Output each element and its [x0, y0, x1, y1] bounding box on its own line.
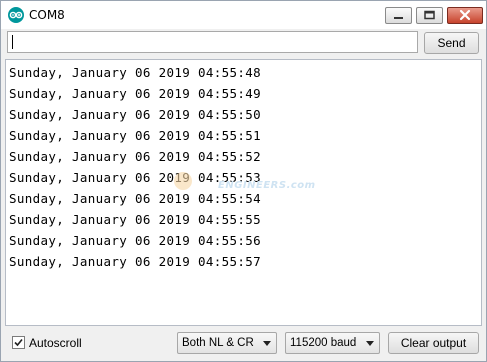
autoscroll-checkbox[interactable] — [12, 336, 25, 349]
chevron-down-icon — [263, 341, 271, 346]
output-line: Sunday, January 06 2019 04:55:49 — [9, 86, 262, 101]
minimize-button[interactable] — [385, 7, 412, 24]
line-ending-dropdown[interactable]: Both NL & CR — [177, 332, 277, 354]
autoscroll-label: Autoscroll — [29, 336, 82, 350]
serial-monitor-window: COM8 Send Sunday, January 06 2019 04:55:… — [0, 0, 487, 362]
close-icon — [459, 9, 471, 21]
title-bar: COM8 — [1, 1, 486, 29]
output-line: Sunday, January 06 2019 04:55:51 — [9, 128, 262, 143]
minimize-icon — [394, 17, 403, 19]
output-line: Sunday, January 06 2019 04:55:56 — [9, 233, 262, 248]
output-line: Sunday, January 06 2019 04:55:50 — [9, 107, 262, 122]
baud-rate-value: 115200 baud — [290, 337, 357, 349]
send-button[interactable]: Send — [424, 32, 479, 54]
text-cursor — [12, 35, 13, 49]
serial-input-field[interactable] — [7, 31, 418, 53]
line-ending-value: Both NL & CR — [182, 337, 254, 349]
output-line: Sunday, January 06 2019 04:55:57 — [9, 254, 262, 269]
window-title: COM8 — [29, 8, 65, 22]
baud-rate-dropdown[interactable]: 115200 baud — [285, 332, 380, 354]
checkmark-icon — [14, 338, 23, 347]
chevron-down-icon — [366, 341, 374, 346]
output-line: Sunday, January 06 2019 04:55:48 — [9, 65, 262, 80]
close-button[interactable] — [447, 7, 483, 24]
output-line: Sunday, January 06 2019 04:55:52 — [9, 149, 262, 164]
maximize-icon — [424, 10, 435, 20]
serial-output-area[interactable]: Sunday, January 06 2019 04:55:48 Sunday,… — [5, 59, 482, 326]
watermark-text: ENGINEERS.com — [218, 180, 316, 191]
maximize-button[interactable] — [416, 7, 443, 24]
clear-output-button[interactable]: Clear output — [388, 332, 479, 354]
output-line: Sunday, January 06 2019 04:55:55 — [9, 212, 262, 227]
arduino-icon — [8, 7, 24, 23]
watermark: ENGINEERS.com — [174, 170, 334, 194]
watermark-logo-icon — [174, 172, 192, 190]
